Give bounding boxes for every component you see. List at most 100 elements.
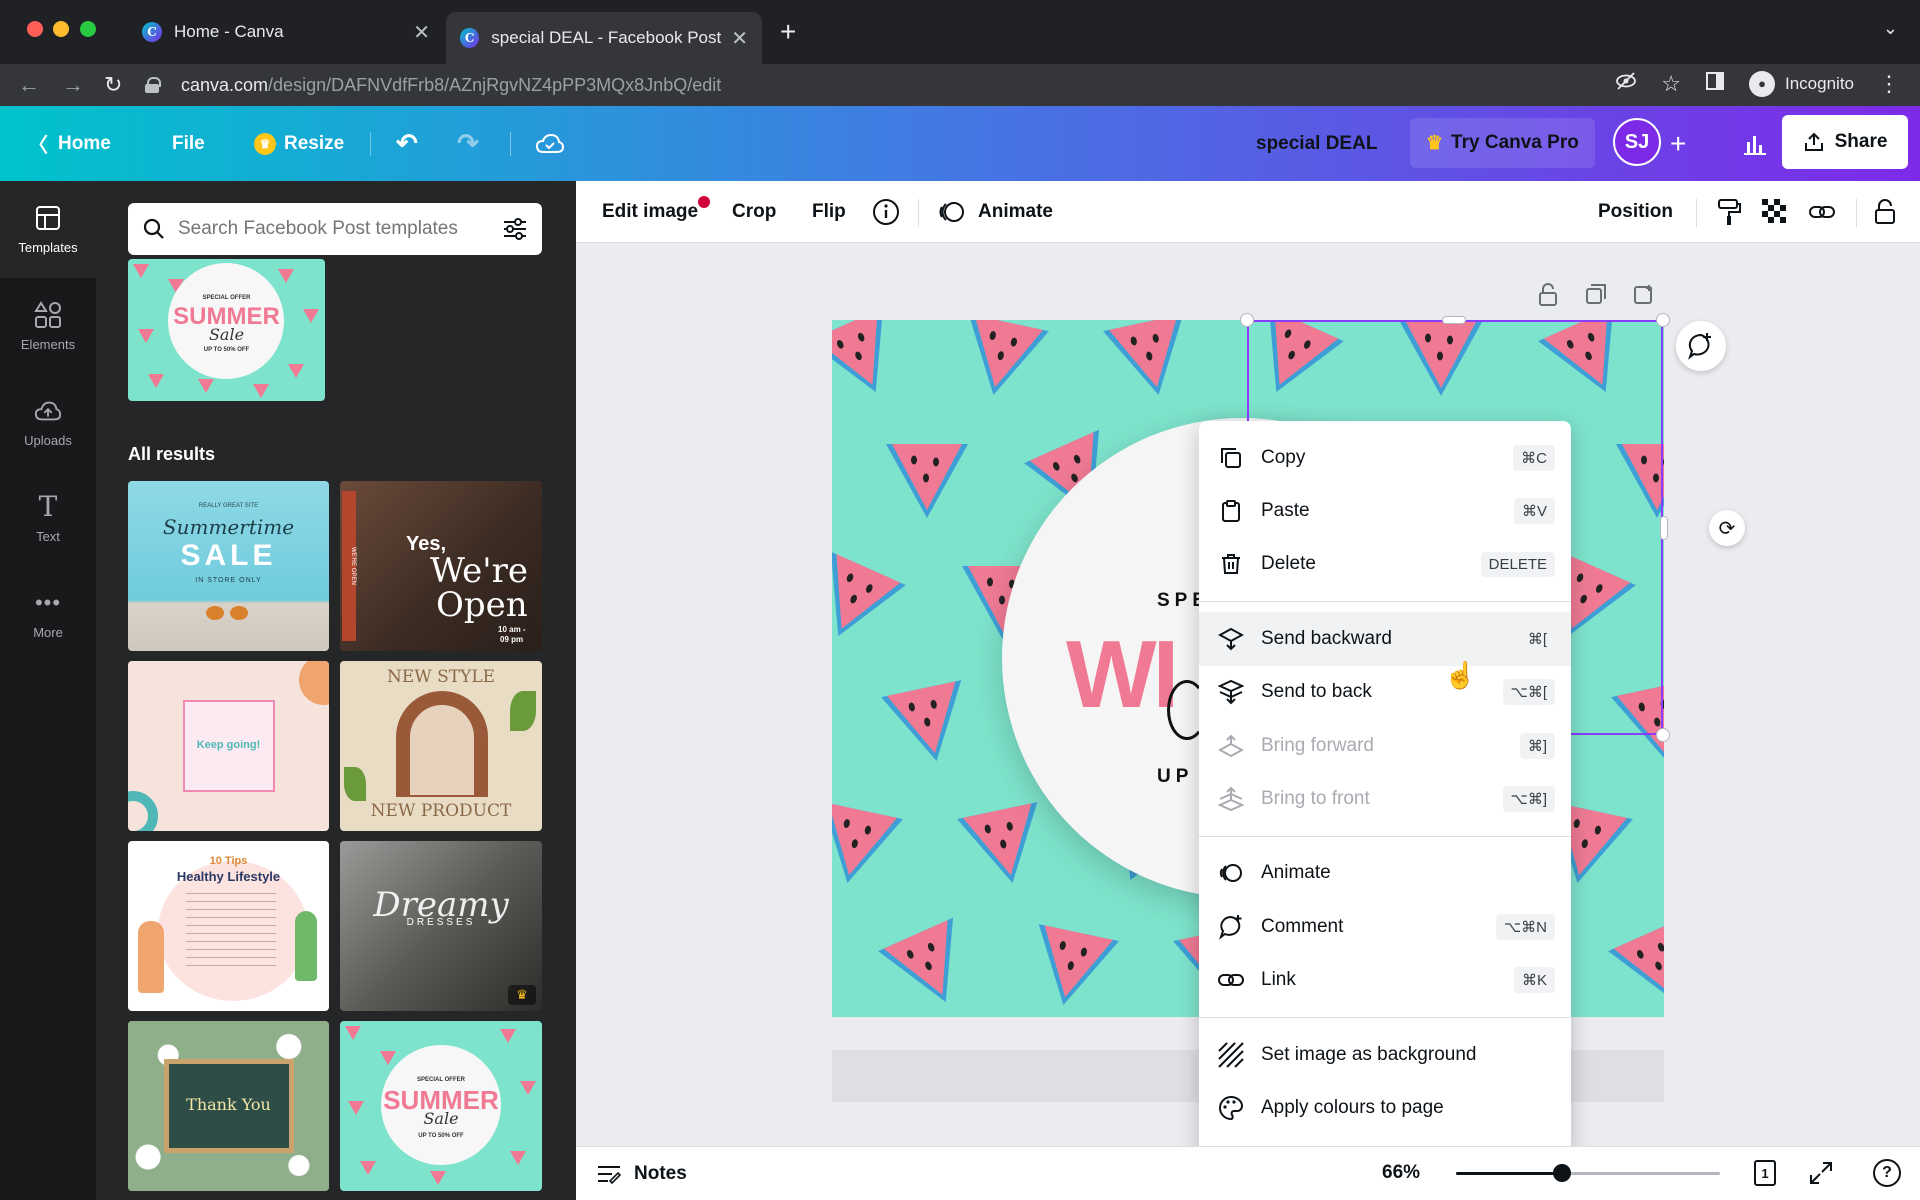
resize-handle[interactable] <box>1660 516 1668 540</box>
resize-handle[interactable] <box>1656 728 1670 742</box>
menu-item-comment[interactable]: Comment ⌥⌘N <box>1199 900 1571 953</box>
lock-button[interactable] <box>1874 181 1896 243</box>
minimize-window-button[interactable] <box>53 21 69 37</box>
zoom-slider-knob[interactable] <box>1552 1164 1571 1182</box>
thumbnail-sale-text: Sale <box>208 325 245 344</box>
help-button[interactable]: ? <box>1873 1159 1901 1187</box>
template-thumbnail-summer-sale[interactable]: SPECIAL OFFER SUMMER Sale UP TO 50% OFF <box>128 259 325 401</box>
edit-image-button[interactable]: Edit image <box>602 181 698 243</box>
design-title[interactable]: special DEAL <box>1256 106 1377 181</box>
eye-off-icon[interactable] <box>1615 70 1637 97</box>
cloud-saved-icon[interactable] <box>535 106 565 181</box>
resize-button[interactable]: ♛ Resize <box>254 106 344 181</box>
link-button[interactable] <box>1808 181 1836 243</box>
redo-button[interactable]: ↷ <box>457 106 479 181</box>
search-input[interactable] <box>178 218 502 240</box>
crop-button[interactable]: Crop <box>732 181 776 243</box>
menu-item-apply-colours-to-page[interactable]: Apply colours to page <box>1199 1081 1571 1134</box>
rail-item-elements[interactable]: Elements <box>0 278 96 374</box>
insights-button[interactable] <box>1725 106 1785 181</box>
menu-item-send-to-back[interactable]: Send to back ⌥⌘[ <box>1199 666 1571 719</box>
share-button[interactable]: Share <box>1782 115 1908 169</box>
rail-item-uploads[interactable]: Uploads <box>0 374 96 470</box>
duplicate-icon[interactable] <box>1585 283 1607 305</box>
incognito-profile-button[interactable]: ● Incognito <box>1749 70 1854 97</box>
template-thumbnail-new-style[interactable]: NEW STYLE NEW PRODUCT <box>340 661 542 831</box>
side-panel-icon[interactable] <box>1705 71 1725 96</box>
upload-icon <box>1804 132 1823 151</box>
kebab-menu-icon[interactable]: ⋮ <box>1878 71 1900 97</box>
template-thumbnail-dreamy-dresses[interactable]: Dreamy DRESSES ♛ <box>340 841 542 1011</box>
template-thumbnail-summer-sale-2[interactable]: SPECIAL OFFER SUMMER Sale UP TO 50% OFF <box>340 1021 542 1191</box>
thumbnail-new-product-text: NEW PRODUCT <box>370 801 512 821</box>
comment-plus-icon <box>1688 333 1711 360</box>
close-icon[interactable]: ✕ <box>413 20 430 45</box>
star-icon[interactable]: ☆ <box>1661 71 1681 97</box>
menu-item-paste[interactable]: Paste ⌘V <box>1199 484 1571 537</box>
menu-divider <box>1199 835 1571 837</box>
all-results-heading: All results <box>128 444 216 464</box>
template-thumbnail-healthy-lifestyle[interactable]: 10 Tips Healthy Lifestyle <box>128 841 329 1011</box>
crown-icon: ♛ <box>1426 132 1444 154</box>
page-count-button[interactable]: 1 <box>1754 1160 1776 1186</box>
menu-item-animate[interactable]: Animate <box>1199 847 1571 900</box>
template-thumbnail-were-open[interactable]: WE'RE OPEN Yes, We're Open 10 am - 09 pm <box>340 481 542 651</box>
flip-button[interactable]: Flip <box>812 181 846 243</box>
menu-item-set-image-as-background[interactable]: Set image as background <box>1199 1028 1571 1081</box>
fullscreen-button[interactable] <box>1808 1160 1834 1191</box>
incognito-icon: ● <box>1749 70 1775 97</box>
resize-handle[interactable] <box>1442 316 1466 324</box>
animate-button[interactable]: Animate <box>938 181 1053 243</box>
add-comment-button[interactable] <box>1676 321 1726 371</box>
rail-item-templates[interactable]: Templates <box>0 181 96 278</box>
copy-style-button[interactable] <box>1716 181 1742 243</box>
maximize-window-button[interactable] <box>80 21 96 37</box>
notes-button[interactable]: Notes <box>596 1147 687 1200</box>
tab-home-canva[interactable]: C Home - Canva ✕ <box>128 10 444 54</box>
menu-item-link[interactable]: Link ⌘K <box>1199 954 1571 1007</box>
avatar[interactable]: SJ <box>1613 118 1661 166</box>
zoom-level[interactable]: 66% <box>1382 1146 1420 1200</box>
link-icon <box>1217 966 1245 994</box>
home-button[interactable]: 〈 Home <box>28 106 111 181</box>
try-canva-pro-button[interactable]: ♛ Try Canva Pro <box>1410 118 1595 168</box>
new-tab-button[interactable]: + <box>780 16 796 48</box>
template-thumbnail-thank-you[interactable]: Thank You <box>128 1021 329 1191</box>
incognito-label: Incognito <box>1785 73 1854 93</box>
info-button[interactable] <box>872 181 900 243</box>
back-button[interactable]: ← <box>18 72 40 98</box>
zoom-slider[interactable] <box>1456 1164 1720 1182</box>
reload-button[interactable]: ↻ <box>104 72 122 98</box>
rail-item-more[interactable]: ••• More <box>0 566 96 662</box>
resize-handle[interactable] <box>1656 313 1670 327</box>
resize-handle[interactable] <box>1240 313 1254 327</box>
editor-toolbar: Edit image Crop Flip Animate Position <box>576 181 1920 243</box>
template-thumbnail-summertime-sale[interactable]: REALLY GREAT SITE Summertime SALE IN STO… <box>128 481 329 651</box>
position-button[interactable]: Position <box>1598 181 1673 243</box>
close-icon[interactable]: ✕ <box>731 26 748 51</box>
transparency-button[interactable] <box>1762 181 1788 243</box>
unlock-icon[interactable] <box>1537 283 1559 307</box>
add-collaborator-button[interactable]: + <box>1670 106 1686 181</box>
forward-button[interactable]: → <box>62 72 84 98</box>
undo-button[interactable]: ↶ <box>396 106 418 181</box>
tab-special-deal[interactable]: C special DEAL - Facebook Post ✕ <box>446 12 762 64</box>
rotate-button[interactable]: ⟳ <box>1709 510 1745 546</box>
share-label: Share <box>1834 131 1888 152</box>
menu-item-copy[interactable]: Copy ⌘C <box>1199 431 1571 484</box>
watermelon-slice <box>1038 924 1119 1005</box>
template-search[interactable] <box>128 203 542 255</box>
filter-icon[interactable] <box>502 218 528 240</box>
url-field[interactable]: canva.com/design/DAFNVdfFrb8/AZnjRgvNZ4p… <box>145 68 1635 102</box>
file-menu-button[interactable]: File <box>172 106 205 181</box>
add-page-icon[interactable] <box>1633 283 1655 305</box>
chevron-down-icon[interactable]: ⌄ <box>1883 18 1898 39</box>
sunglasses-image <box>206 606 250 622</box>
menu-item-delete[interactable]: Delete DELETE <box>1199 538 1571 591</box>
template-thumbnail-keep-going[interactable]: Keep going! <box>128 661 329 831</box>
watermelon-slice <box>1608 917 1664 1003</box>
close-window-button[interactable] <box>27 21 43 37</box>
menu-item-shortcut: ⌥⌘] <box>1502 786 1555 813</box>
rail-item-text[interactable]: T Text <box>0 470 96 566</box>
menu-item-send-backward[interactable]: Send backward ⌘[ <box>1199 612 1571 666</box>
